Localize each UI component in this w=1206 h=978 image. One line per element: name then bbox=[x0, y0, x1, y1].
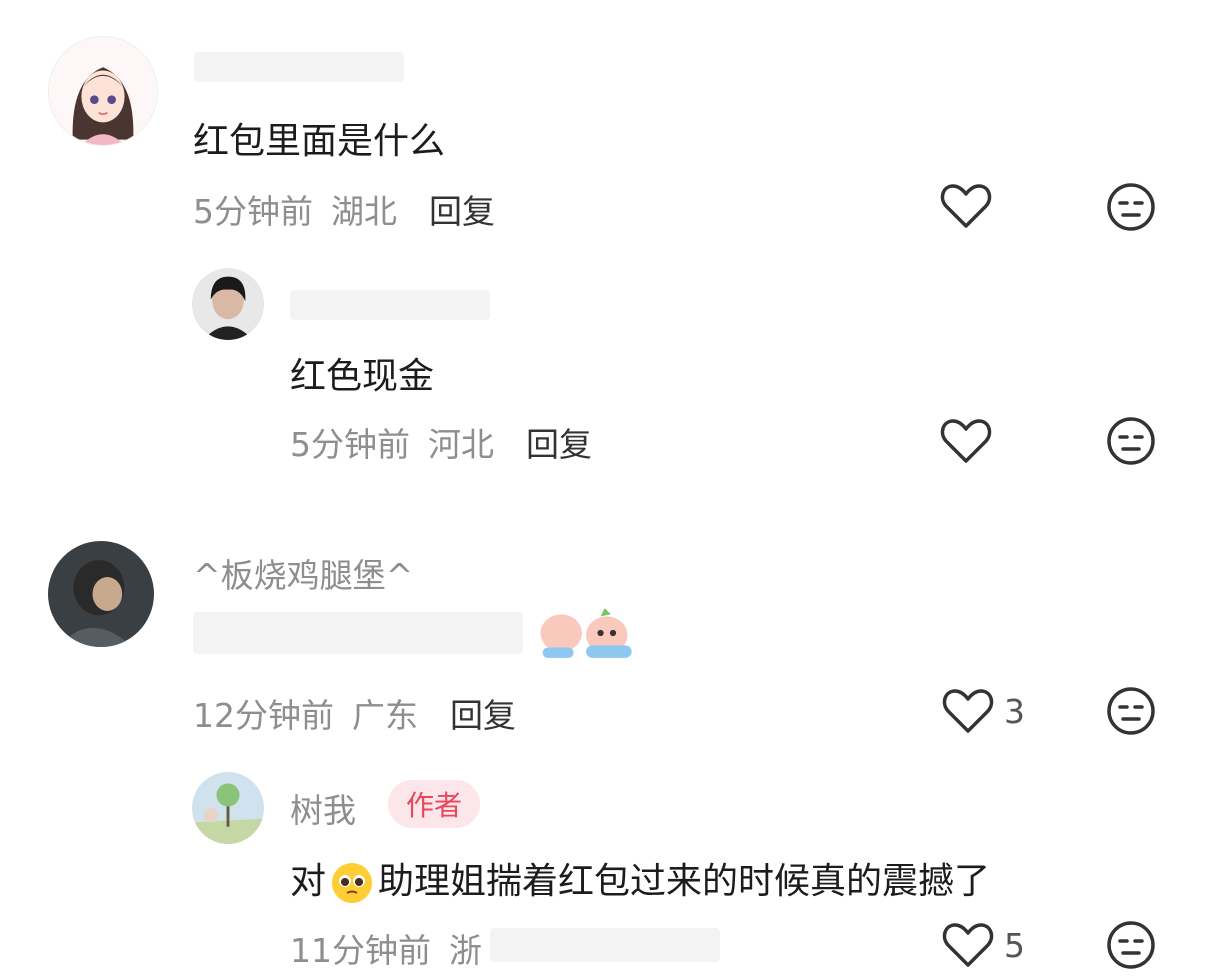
like-count: 5 bbox=[1004, 926, 1025, 965]
comment-meta: 12分钟前 广东 回复 bbox=[193, 689, 534, 737]
avatar-photo bbox=[192, 268, 264, 340]
comment-username[interactable]: 树我 bbox=[290, 784, 356, 832]
reply-button[interactable]: 回复 bbox=[429, 192, 495, 231]
avatar-tree-photo bbox=[192, 772, 264, 844]
dislike-face-icon[interactable] bbox=[1106, 686, 1156, 736]
dislike-face-icon[interactable] bbox=[1106, 182, 1156, 232]
heart-icon[interactable] bbox=[942, 922, 994, 968]
comment-text: 红包里面是什么 bbox=[193, 121, 446, 162]
avatar-photo bbox=[48, 541, 154, 647]
comment-location: 浙 bbox=[449, 931, 482, 970]
comment-text-redacted bbox=[193, 612, 523, 654]
avatar[interactable] bbox=[192, 772, 264, 844]
comment-location: 河北 bbox=[428, 425, 494, 464]
username-redacted bbox=[290, 290, 490, 320]
comment-time: 11分钟前 bbox=[290, 931, 431, 970]
avatar-anime-girl bbox=[49, 37, 157, 145]
comment-time: 5分钟前 bbox=[193, 192, 313, 231]
pleading-face-emoji bbox=[332, 863, 373, 903]
comment-time: 12分钟前 bbox=[193, 696, 334, 735]
comment-text: 对 助理姐揣着红包过来的时候真的震撼了 bbox=[290, 852, 990, 905]
heart-icon[interactable] bbox=[942, 688, 994, 734]
heart-icon[interactable] bbox=[940, 183, 992, 229]
username-redacted bbox=[194, 52, 404, 82]
crying-peach-sticker bbox=[540, 608, 632, 658]
comment-location: 湖北 bbox=[331, 192, 397, 231]
comment-meta: 5分钟前 湖北 回复 bbox=[193, 185, 513, 233]
comment-text: 红色现金 bbox=[290, 356, 435, 397]
reply-button[interactable]: 回复 bbox=[526, 425, 592, 464]
comment-time: 5分钟前 bbox=[290, 425, 410, 464]
dislike-face-icon[interactable] bbox=[1106, 416, 1156, 466]
dislike-face-icon[interactable] bbox=[1106, 920, 1156, 970]
comment-meta: 5分钟前 河北 回复 bbox=[290, 418, 610, 466]
comment-username[interactable]: ^板烧鸡腿堡^ bbox=[193, 549, 413, 597]
author-badge: 作者 bbox=[388, 780, 481, 828]
avatar[interactable] bbox=[48, 36, 158, 146]
comment-text-part: 助理姐揣着红包过来的时候真的震撼了 bbox=[378, 861, 991, 902]
heart-icon[interactable] bbox=[940, 418, 992, 464]
reply-button[interactable]: 回复 bbox=[450, 696, 516, 735]
comment-location: 广东 bbox=[352, 696, 418, 735]
comment-meta: 11分钟前浙 bbox=[290, 924, 500, 972]
comment-text-part: 对 bbox=[290, 861, 327, 902]
avatar[interactable] bbox=[48, 541, 154, 647]
like-count: 3 bbox=[1004, 692, 1025, 731]
avatar[interactable] bbox=[192, 268, 264, 340]
meta-redacted bbox=[490, 928, 720, 962]
